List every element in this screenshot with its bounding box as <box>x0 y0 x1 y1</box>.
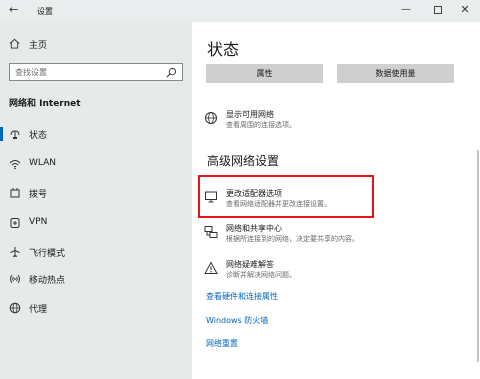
monitor-icon <box>205 191 217 203</box>
show-networks-desc: 查看周围的连接选项。 <box>226 121 296 129</box>
globe-icon <box>205 112 217 124</box>
sidebar-item-dialup[interactable]: 拨号 <box>0 181 192 205</box>
firewall-link[interactable]: Windows 防火墙 <box>206 315 268 326</box>
adapter-options-desc: 查看网络适配器并更改连接设置。 <box>226 200 331 208</box>
wifi-icon <box>9 160 21 170</box>
sharing-center-title: 网络和共享中心 <box>226 224 282 233</box>
highlight-box <box>198 175 374 218</box>
scrollbar[interactable] <box>477 150 479 362</box>
hardware-properties-link[interactable]: 查看硬件和连接属性 <box>206 291 278 302</box>
data-usage-button[interactable]: 数据使用量 <box>337 64 454 83</box>
search-input[interactable]: 查找设置 <box>9 63 183 81</box>
sidebar-item-label: VPN <box>29 217 48 227</box>
sidebar-item-label: 移动热点 <box>29 276 66 286</box>
search-icon[interactable] <box>166 67 177 78</box>
sidebar-item-wlan[interactable]: WLAN <box>0 152 192 176</box>
sidebar-item-status[interactable]: 状态 <box>0 122 192 146</box>
close-button[interactable]: ✕ <box>452 2 478 18</box>
minimize-button[interactable]: — <box>393 2 419 18</box>
globe-icon <box>9 302 21 314</box>
warning-icon <box>204 261 218 274</box>
properties-button[interactable]: 属性 <box>206 64 323 83</box>
maximize-icon <box>434 6 442 14</box>
show-networks-title: 显示可用网络 <box>226 110 274 119</box>
troubleshooter-desc: 诊断并解决网络问题。 <box>226 271 296 279</box>
active-indicator <box>0 127 3 141</box>
search-placeholder: 查找设置 <box>15 68 47 77</box>
status-icon <box>10 130 20 139</box>
dialup-icon <box>10 188 20 198</box>
network-share-icon <box>204 226 218 238</box>
airplane-icon <box>10 247 20 257</box>
adapter-options-title: 更改适配器选项 <box>226 189 282 198</box>
main-content: 状态 属性 数据使用量 显示可用网络 查看周围的连接选项。 高级网络设置 更改适… <box>192 22 480 379</box>
sidebar-item-proxy[interactable]: 代理 <box>0 296 192 320</box>
sidebar-item-hotspot[interactable]: 移动热点 <box>0 267 192 291</box>
sidebar: 主页 查找设置 网络和 Internet 状态 WLAN 拨号 VPN 飞行模式… <box>0 22 192 379</box>
back-arrow-icon[interactable]: ← <box>9 3 18 16</box>
sidebar-item-label: 状态 <box>29 131 48 141</box>
hotspot-icon <box>10 274 20 284</box>
sharing-center-desc: 根据所连接到的网络，决定要共享的内容。 <box>226 235 359 243</box>
vpn-icon <box>10 218 20 228</box>
advanced-settings-heading: 高级网络设置 <box>207 154 280 168</box>
sidebar-item-label: 飞行模式 <box>29 249 66 259</box>
sidebar-item-vpn[interactable]: VPN <box>0 211 192 235</box>
sidebar-item-label: 代理 <box>29 305 48 315</box>
sidebar-item-label: 拨号 <box>29 190 48 200</box>
sidebar-item-airplane[interactable]: 飞行模式 <box>0 240 192 264</box>
home-icon <box>9 38 20 49</box>
maximize-button[interactable] <box>425 2 451 18</box>
sidebar-home-label: 主页 <box>29 41 48 51</box>
troubleshooter-title: 网络疑难解答 <box>226 260 274 269</box>
network-reset-link[interactable]: 网络重置 <box>206 338 238 349</box>
title-bar: ← 设置 — ✕ <box>0 0 480 22</box>
sidebar-item-label: WLAN <box>29 158 57 168</box>
sidebar-section-title: 网络和 Internet <box>9 99 81 109</box>
page-title: 状态 <box>207 40 240 59</box>
window-title: 设置 <box>37 7 53 16</box>
